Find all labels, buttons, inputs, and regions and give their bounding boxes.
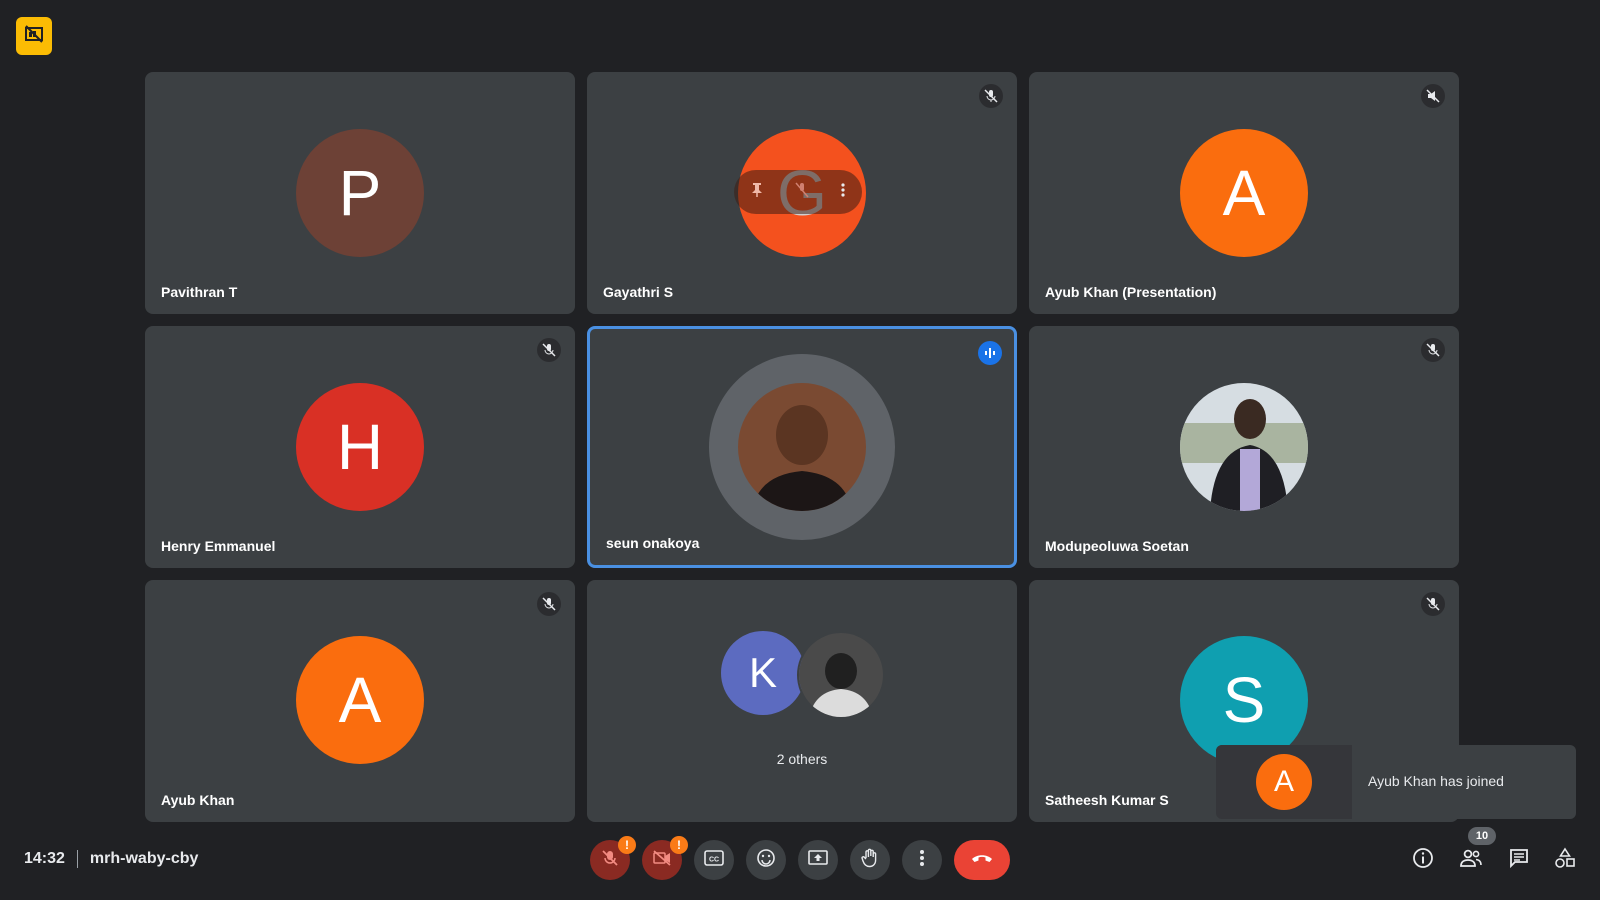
meeting-code[interactable]: mrh-waby-cby xyxy=(90,850,198,868)
more-options-icon[interactable] xyxy=(840,182,846,203)
chat-button[interactable] xyxy=(1505,846,1533,874)
participant-tile[interactable]: P Pavithran T xyxy=(145,72,575,314)
people-button[interactable] xyxy=(1457,846,1485,874)
volume-off-icon xyxy=(1421,84,1445,108)
svg-text:CC: CC xyxy=(709,856,719,863)
mute-participant-icon[interactable] xyxy=(795,182,809,203)
mic-off-icon xyxy=(1421,592,1445,616)
avatar: K xyxy=(721,631,805,715)
present-button[interactable] xyxy=(798,840,838,880)
others-tile[interactable]: K 2 others xyxy=(587,580,1017,822)
avatar: A xyxy=(296,636,424,764)
participant-tile[interactable]: G Gayathri S xyxy=(587,72,1017,314)
tile-hover-controls xyxy=(734,170,862,214)
participant-count-badge: 10 xyxy=(1468,827,1496,845)
emoji-icon xyxy=(756,848,776,873)
toast-message: Ayub Khan has joined xyxy=(1368,773,1504,789)
hand-icon xyxy=(861,848,879,873)
participant-name: Ayub Khan (Presentation) xyxy=(1045,284,1217,300)
participant-tile[interactable]: Modupeoluwa Soetan xyxy=(1029,326,1459,568)
join-notification: A Ayub Khan has joined xyxy=(1216,745,1576,819)
profile-photo xyxy=(797,631,885,719)
mic-off-icon xyxy=(979,84,1003,108)
participant-name: Gayathri S xyxy=(603,284,674,300)
divider xyxy=(76,850,78,868)
camera-off-icon xyxy=(652,849,672,872)
mic-off-icon xyxy=(537,338,561,362)
avatar: A xyxy=(1256,754,1312,810)
meeting-details-button[interactable] xyxy=(1409,846,1437,874)
camera-button[interactable]: ! xyxy=(642,836,688,880)
captions-button[interactable]: CC xyxy=(694,840,734,880)
hang-up-icon xyxy=(970,851,994,869)
activities-icon xyxy=(1554,847,1576,874)
presentation-badge[interactable] xyxy=(16,17,52,55)
closed-captions-icon: CC xyxy=(704,849,724,871)
participant-name: Satheesh Kumar S xyxy=(1045,792,1169,808)
profile-photo xyxy=(1180,383,1308,511)
more-vert-icon xyxy=(919,849,925,872)
chat-icon xyxy=(1508,847,1530,874)
meeting-time: 14:32 xyxy=(24,850,65,867)
participant-name: Modupeoluwa Soetan xyxy=(1045,538,1189,554)
present-screen-icon xyxy=(808,849,828,872)
avatar: H xyxy=(296,383,424,511)
avatar: P xyxy=(296,129,424,257)
mic-off-icon xyxy=(537,592,561,616)
toast-avatar-area: A xyxy=(1216,745,1352,819)
pin-icon[interactable] xyxy=(750,182,764,203)
speaking-indicator-icon xyxy=(978,341,1002,365)
participant-name: Ayub Khan xyxy=(161,792,235,808)
participant-tile[interactable]: A Ayub Khan (Presentation) xyxy=(1029,72,1459,314)
warning-icon: ! xyxy=(618,836,636,854)
meeting-info: 14:32 mrh-waby-cby xyxy=(24,850,198,868)
profile-photo xyxy=(738,383,866,511)
participant-name: seun onakoya xyxy=(606,535,700,551)
warning-icon: ! xyxy=(670,836,688,854)
participant-name: Henry Emmanuel xyxy=(161,538,276,554)
activities-button[interactable] xyxy=(1551,846,1579,874)
leave-call-button[interactable] xyxy=(954,840,1010,880)
info-icon xyxy=(1412,847,1434,874)
raise-hand-button[interactable] xyxy=(850,840,890,880)
more-options-button[interactable] xyxy=(902,840,942,880)
mic-off-icon xyxy=(1421,338,1445,362)
participant-tile[interactable]: A Ayub Khan xyxy=(145,580,575,822)
people-icon xyxy=(1459,849,1483,872)
participant-tile-active[interactable]: seun onakoya xyxy=(587,326,1017,568)
participant-tile[interactable]: H Henry Emmanuel xyxy=(145,326,575,568)
others-count-label: 2 others xyxy=(776,751,828,767)
mic-off-icon xyxy=(601,849,619,872)
reactions-button[interactable] xyxy=(746,840,786,880)
microphone-button[interactable]: ! xyxy=(590,836,636,880)
avatar: A xyxy=(1180,129,1308,257)
hide-presentation-icon xyxy=(24,24,44,49)
participant-name: Pavithran T xyxy=(161,284,238,300)
